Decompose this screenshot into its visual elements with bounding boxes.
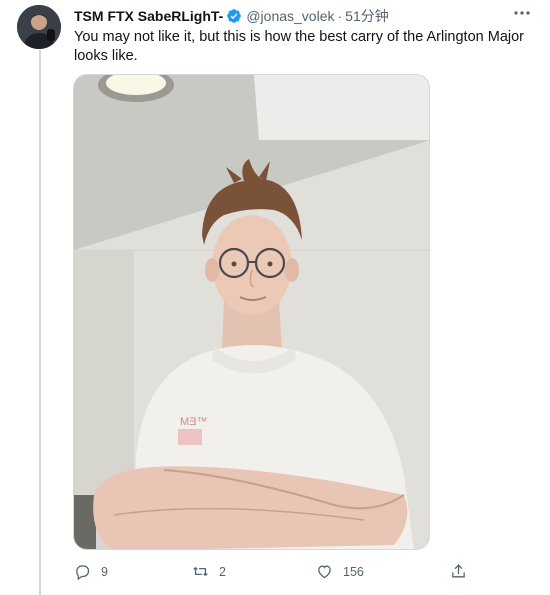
reply-count: 9 <box>101 564 108 579</box>
tweet-actions: 9 2 156 <box>74 563 474 583</box>
svg-text:MƎ™: MƎ™ <box>180 416 208 428</box>
retweet-button[interactable]: 2 <box>192 563 226 580</box>
thread-line <box>39 50 41 595</box>
avatar[interactable] <box>17 5 61 49</box>
verified-icon <box>226 8 242 24</box>
reply-button[interactable]: 9 <box>74 563 108 580</box>
like-count: 156 <box>343 564 364 579</box>
author-name[interactable]: TSM FTX SabeRLighT- <box>74 8 223 24</box>
like-button[interactable]: 156 <box>316 563 364 580</box>
share-button[interactable] <box>450 563 467 580</box>
tweet-text: You may not like it, but this is how the… <box>74 29 524 64</box>
tweet-header: TSM FTX SabeRLighT- @jonas_volek · 51分钟 <box>74 6 389 26</box>
tweet-timestamp[interactable]: 51分钟 <box>345 6 389 26</box>
tweet-photo[interactable]: MƎ™ <box>73 74 430 550</box>
retweet-icon <box>193 567 208 576</box>
like-icon <box>318 565 331 579</box>
separator-dot: · <box>337 8 343 24</box>
author-handle[interactable]: @jonas_volek <box>246 8 334 24</box>
retweet-count: 2 <box>219 564 226 579</box>
reply-icon <box>76 565 90 580</box>
photo-illustration: MƎ™ <box>74 75 429 549</box>
share-icon <box>452 564 465 578</box>
more-icon[interactable] <box>512 6 532 20</box>
avatar-image <box>17 5 61 49</box>
